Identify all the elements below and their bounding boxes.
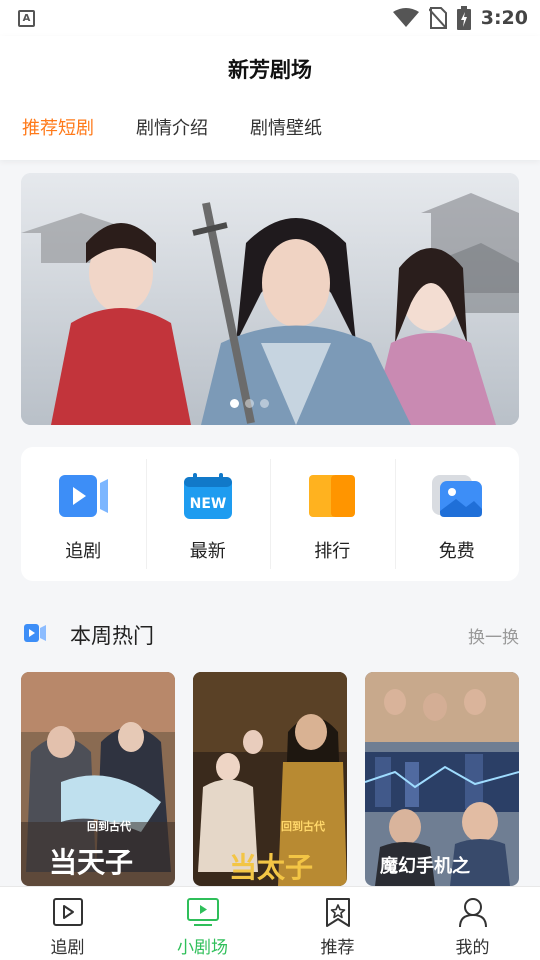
quick-item-follow[interactable]: 追剧 — [21, 447, 146, 581]
svg-text:魔幻手机之: 魔幻手机之 — [380, 855, 470, 877]
status-bar: A 3:20 — [0, 0, 540, 36]
poster-image: 回到古代 当太子 — [193, 672, 347, 886]
poster-image: 回到古代 当天子 — [21, 672, 175, 886]
tab-recommended-shorts[interactable]: 推荐短剧 — [22, 114, 94, 140]
poster-card[interactable]: 魔幻手机之 — [365, 672, 519, 886]
nav-follow[interactable]: 追剧 — [0, 887, 135, 960]
user-icon — [458, 898, 487, 927]
star-bookmark-icon — [325, 898, 350, 927]
nav-label: 推荐 — [320, 938, 355, 958]
quick-item-label: 免费 — [438, 541, 475, 562]
bottom-navigation: 追剧 小剧场 推荐 我的 — [0, 886, 540, 960]
quick-item-label: 排行 — [314, 541, 351, 562]
svg-text:回到古代: 回到古代 — [281, 819, 325, 833]
refresh-button[interactable]: 换一换 — [468, 623, 519, 648]
poster-list: 回到古代 当天子 回到古代 当太子 魔幻手机之 — [21, 672, 519, 886]
notification-icon: A — [18, 10, 35, 27]
poster-card[interactable]: 回到古代 当天子 — [21, 672, 175, 886]
nav-label: 我的 — [455, 938, 490, 958]
nav-label: 追剧 — [50, 938, 85, 958]
poster-image: 魔幻手机之 — [365, 672, 519, 886]
quick-item-latest[interactable]: NEW 最新 — [145, 447, 271, 581]
top-tabs: 推荐短剧 剧情介绍 剧情壁纸 — [22, 114, 364, 140]
battery-charging-icon — [456, 6, 471, 30]
page-title: 新芳剧场 — [228, 58, 312, 82]
banner-carousel[interactable] — [21, 173, 519, 425]
nav-recommend[interactable]: 推荐 — [270, 887, 405, 960]
banner-image — [21, 173, 519, 425]
quick-item-free[interactable]: 免费 — [394, 447, 520, 581]
free-image-icon — [431, 475, 482, 517]
carousel-dot[interactable] — [245, 399, 254, 408]
tv-icon — [186, 898, 219, 926]
video-icon — [59, 475, 109, 517]
quick-item-label: 追剧 — [65, 541, 102, 562]
carousel-dot[interactable] — [260, 399, 269, 408]
ranking-icon — [309, 475, 356, 517]
quick-item-ranking[interactable]: 排行 — [270, 447, 395, 581]
svg-text:当太子: 当太子 — [229, 851, 313, 884]
quick-menu: 追剧 NEW 最新 排行 免费 — [21, 447, 519, 581]
quick-item-label: 最新 — [189, 541, 226, 562]
new-badge-text: NEW — [189, 496, 226, 512]
svg-text:回到古代: 回到古代 — [87, 819, 131, 833]
tab-plot-intro[interactable]: 剧情介绍 — [136, 114, 208, 140]
poster-card[interactable]: 回到古代 当太子 — [193, 672, 347, 886]
no-sim-icon — [428, 7, 447, 29]
new-calendar-icon: NEW — [183, 473, 232, 519]
nav-label: 小剧场 — [177, 938, 228, 958]
svg-text:当天子: 当天子 — [49, 846, 133, 879]
section-title: 本周热门 — [70, 624, 154, 648]
clock: 3:20 — [480, 7, 528, 29]
tab-plot-wallpapers[interactable]: 剧情壁纸 — [250, 114, 322, 140]
nav-profile[interactable]: 我的 — [405, 887, 540, 960]
section-video-icon — [24, 624, 46, 642]
wifi-icon — [392, 8, 419, 27]
app-header: 新芳剧场 推荐短剧 剧情介绍 剧情壁纸 — [0, 36, 540, 160]
nav-mini-theater[interactable]: 小剧场 — [135, 887, 270, 960]
carousel-dot-active[interactable] — [230, 399, 239, 408]
play-square-icon — [52, 898, 83, 926]
